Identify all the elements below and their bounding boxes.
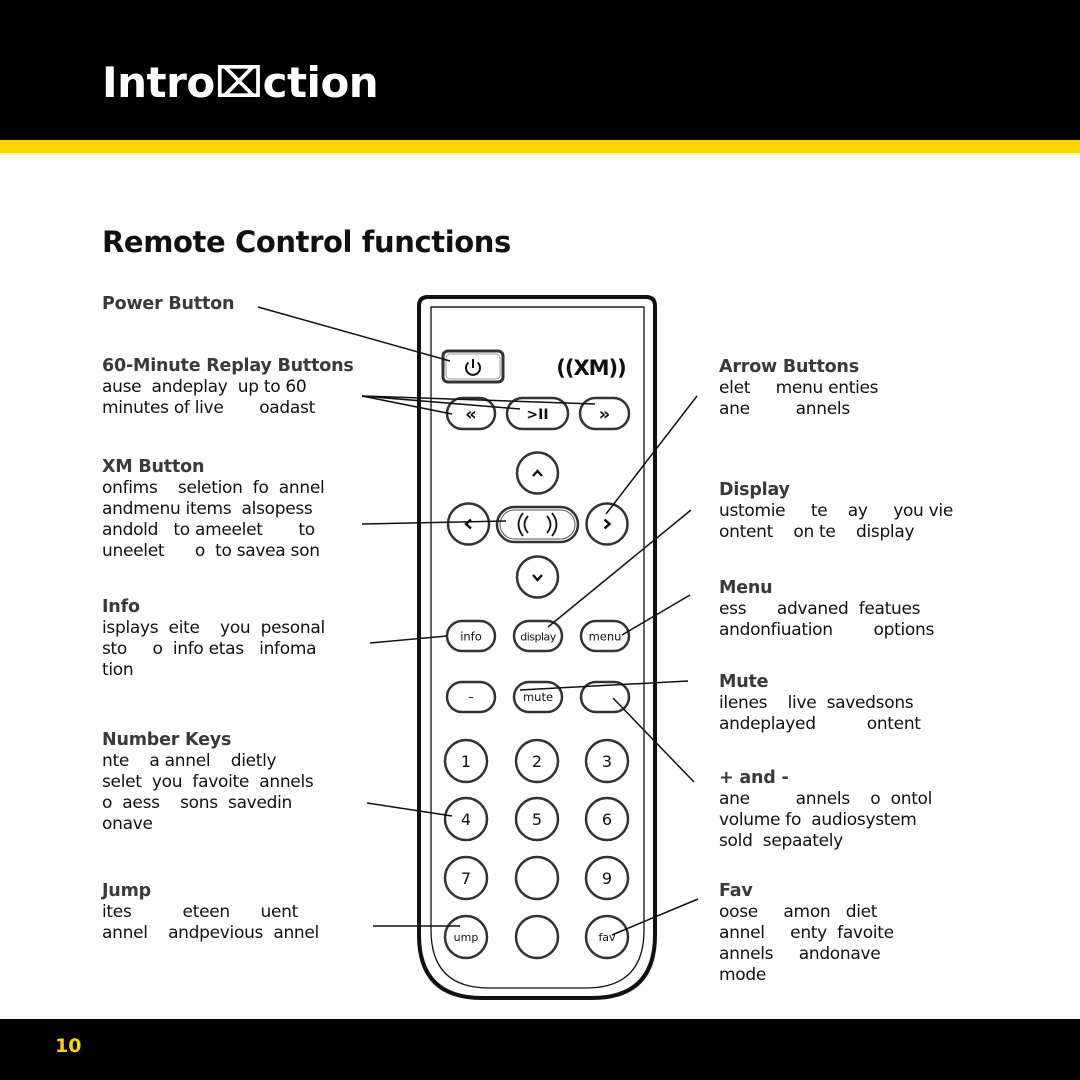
rewind-icon: « bbox=[465, 404, 477, 425]
xm-select-button[interactable] bbox=[495, 505, 580, 544]
number-key-4[interactable]: 4 bbox=[443, 796, 489, 842]
leader-line-power bbox=[257, 306, 451, 362]
leader-line-info bbox=[369, 635, 448, 644]
fav-button[interactable]: fav bbox=[584, 914, 630, 960]
display-button[interactable]: display bbox=[512, 619, 564, 653]
number-key-3[interactable]: 3 bbox=[584, 738, 630, 784]
arrow-up-button[interactable] bbox=[515, 451, 560, 495]
number-key-label: 6 bbox=[602, 810, 612, 829]
number-key-label: 1 bbox=[461, 752, 471, 771]
rewind-button[interactable]: « bbox=[445, 396, 497, 431]
arrow-down-button[interactable] bbox=[515, 555, 560, 599]
jump-button-label: ump bbox=[454, 931, 479, 944]
arrow-right-button[interactable] bbox=[585, 502, 629, 546]
arrow-left-button[interactable] bbox=[446, 502, 491, 546]
fast-forward-icon: » bbox=[599, 404, 611, 425]
number-key-2[interactable]: 2 bbox=[514, 738, 560, 784]
minus-icon: – bbox=[468, 690, 474, 704]
info-button-label: info bbox=[460, 630, 482, 644]
fast-forward-button[interactable]: » bbox=[578, 396, 631, 431]
volume-minus-button[interactable]: – bbox=[445, 680, 497, 714]
info-button[interactable]: info bbox=[445, 619, 497, 653]
number-key-1[interactable]: 1 bbox=[443, 738, 489, 784]
display-button-label: display bbox=[520, 631, 557, 644]
leader-line-replay-play bbox=[361, 395, 521, 410]
number-key-label: 2 bbox=[532, 752, 542, 771]
number-key-label: 5 bbox=[532, 810, 542, 829]
number-key-8[interactable] bbox=[514, 855, 560, 901]
leader-line-number-keys bbox=[366, 802, 453, 817]
mute-button-label: mute bbox=[523, 690, 553, 704]
power-button[interactable] bbox=[441, 349, 505, 384]
play-pause-icon: >II bbox=[526, 407, 548, 423]
footer-bar bbox=[0, 1019, 1080, 1080]
menu-button-label: menu bbox=[589, 630, 622, 644]
number-key-label: 3 bbox=[602, 752, 612, 771]
jump-button[interactable]: ump bbox=[443, 914, 489, 960]
number-key-7[interactable]: 7 bbox=[443, 855, 489, 901]
number-key-label: 7 bbox=[461, 869, 471, 888]
number-key-label: 9 bbox=[602, 869, 612, 888]
mute-button[interactable]: mute bbox=[512, 680, 564, 714]
page-number: 10 bbox=[55, 1035, 82, 1057]
number-key-9[interactable]: 9 bbox=[584, 855, 630, 901]
fav-button-label: fav bbox=[598, 931, 616, 944]
number-key-5[interactable]: 5 bbox=[514, 796, 560, 842]
remote-illustration: ((XM)) « >II » info display menu – mute … bbox=[257, 295, 699, 1000]
menu-button[interactable]: menu bbox=[579, 619, 631, 653]
xm-logo: ((XM)) bbox=[556, 356, 625, 380]
number-key-0[interactable] bbox=[514, 914, 560, 960]
number-key-label: 4 bbox=[461, 810, 471, 829]
number-key-6[interactable]: 6 bbox=[584, 796, 630, 842]
